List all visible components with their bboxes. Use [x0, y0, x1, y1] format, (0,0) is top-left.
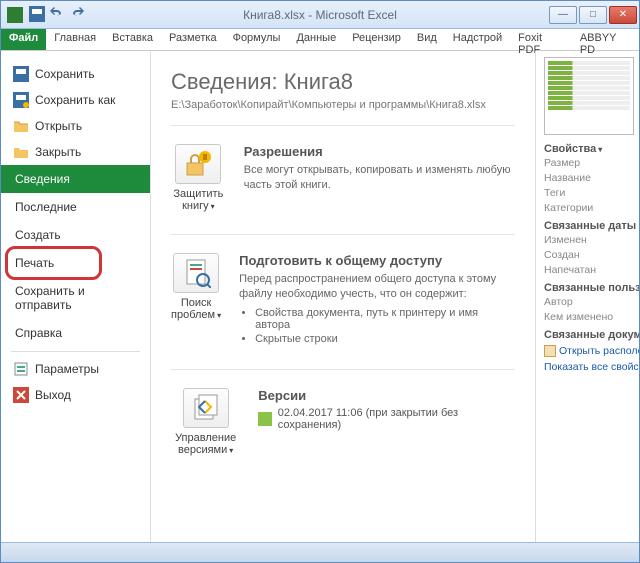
qat-undo-icon[interactable] — [49, 6, 65, 22]
tab-file[interactable]: Файл — [1, 29, 46, 50]
prop-row: Название — [544, 172, 639, 184]
sidebar-close-doc-label: Закрыть — [35, 145, 81, 159]
quick-access-toolbar — [29, 6, 85, 22]
close-button[interactable]: ✕ — [609, 6, 637, 24]
tab-home[interactable]: Главная — [46, 29, 104, 50]
prop-row: Теги — [544, 187, 639, 199]
list-item: Свойства документа, путь к принтеру и им… — [255, 307, 515, 331]
prop-row: Категории — [544, 202, 639, 214]
tab-review[interactable]: Рецензир — [344, 29, 409, 50]
manage-versions-button[interactable]: Управление версиями — [171, 388, 240, 456]
statusbar — [1, 542, 639, 562]
document-thumbnail[interactable] — [544, 57, 634, 135]
prop-row: Изменен — [544, 234, 639, 246]
section-permissions: Защитить книгу Разрешения Все могут откр… — [171, 144, 515, 212]
tab-view[interactable]: Вид — [409, 29, 445, 50]
sidebar-nav-info[interactable]: Сведения — [1, 165, 150, 193]
sidebar-save[interactable]: Сохранить — [1, 61, 150, 87]
list-item: Скрытые строки — [255, 333, 515, 345]
qat-save-icon[interactable] — [29, 6, 45, 22]
prop-row: Кем изменено — [544, 311, 639, 323]
maximize-button[interactable]: □ — [579, 6, 607, 24]
sidebar-nav-print[interactable]: Печать — [1, 249, 150, 277]
versions-icon — [183, 388, 229, 428]
options-icon — [13, 361, 29, 377]
prepare-title: Подготовить к общему доступу — [239, 253, 515, 268]
props-people-heading: Связанные пользователи — [544, 282, 639, 294]
version-icon — [258, 412, 271, 426]
sidebar-exit-label: Выход — [35, 388, 71, 402]
tab-insert[interactable]: Вставка — [104, 29, 161, 50]
info-heading: Сведения: Книга8 — [171, 69, 515, 95]
versions-button-label: Управление версиями — [175, 432, 236, 456]
sidebar-nav-share[interactable]: Сохранить и отправить — [1, 277, 150, 319]
sidebar-save-as[interactable]: Сохранить как — [1, 87, 150, 113]
ribbon-tabs: Файл Главная Вставка Разметка Формулы Да… — [1, 29, 639, 51]
tab-abbyy[interactable]: ABBYY PD — [572, 29, 639, 50]
sidebar-nav-help[interactable]: Справка — [1, 319, 150, 347]
sidebar-open-label: Открыть — [35, 119, 82, 133]
tab-addins[interactable]: Надстрой — [445, 29, 510, 50]
tab-formulas[interactable]: Формулы — [225, 29, 289, 50]
props-dates-heading: Связанные даты — [544, 220, 639, 232]
open-icon — [13, 118, 29, 134]
check-issues-label: Поиск проблем — [171, 297, 221, 321]
save-as-icon — [13, 92, 29, 108]
info-pane: Сведения: Книга8 E:\Заработок\Копирайт\К… — [151, 51, 535, 542]
sidebar-save-as-label: Сохранить как — [35, 93, 115, 107]
permissions-title: Разрешения — [244, 144, 515, 159]
check-issues-icon — [173, 253, 219, 293]
check-issues-button[interactable]: Поиск проблем — [171, 253, 221, 321]
minimize-button[interactable]: — — [549, 6, 577, 24]
sidebar-exit[interactable]: Выход — [1, 382, 150, 408]
version-text: 02.04.2017 11:06 (при закрытии без сохра… — [278, 407, 515, 431]
backstage-sidebar: Сохранить Сохранить как Открыть Закрыть … — [1, 51, 151, 542]
prop-row: Автор — [544, 296, 639, 308]
protect-workbook-button[interactable]: Защитить книгу — [171, 144, 226, 212]
section-prepare: Поиск проблем Подготовить к общему досту… — [171, 253, 515, 347]
tab-data[interactable]: Данные — [288, 29, 344, 50]
close-doc-icon — [13, 144, 29, 160]
section-versions: Управление версиями Версии 02.04.2017 11… — [171, 388, 515, 456]
prepare-list: Свойства документа, путь к принтеру и им… — [255, 307, 515, 345]
sidebar-nav-recent[interactable]: Последние — [1, 193, 150, 221]
folder-icon — [544, 345, 556, 357]
tab-foxit[interactable]: Foxit PDF — [510, 29, 572, 50]
window-title: Книга8.xlsx - Microsoft Excel — [243, 8, 397, 22]
properties-pane: Свойства Размер Название Теги Категории … — [535, 51, 639, 542]
permissions-text: Все могут открывать, копировать и изменя… — [244, 163, 515, 194]
props-docs-heading: Связанные документы — [544, 329, 639, 341]
open-location-link[interactable]: Открыть расположение — [544, 345, 639, 357]
sidebar-close-doc[interactable]: Закрыть — [1, 139, 150, 165]
divider — [171, 234, 515, 235]
sidebar-options-label: Параметры — [35, 362, 99, 376]
prop-row: Создан — [544, 249, 639, 261]
prepare-text: Перед распространением общего доступа к … — [239, 272, 515, 303]
protect-icon — [175, 144, 221, 184]
info-path: E:\Заработок\Копирайт\Компьютеры и прогр… — [171, 99, 515, 111]
sidebar-separator — [11, 351, 140, 352]
prop-row: Напечатан — [544, 264, 639, 276]
props-heading[interactable]: Свойства — [544, 143, 639, 155]
version-entry[interactable]: 02.04.2017 11:06 (при закрытии без сохра… — [258, 407, 515, 431]
protect-button-label: Защитить книгу — [173, 188, 223, 212]
sidebar-options[interactable]: Параметры — [1, 356, 150, 382]
tab-layout[interactable]: Разметка — [161, 29, 225, 50]
qat-redo-icon[interactable] — [69, 6, 85, 22]
sidebar-open[interactable]: Открыть — [1, 113, 150, 139]
exit-icon — [13, 387, 29, 403]
prop-row: Размер — [544, 157, 639, 169]
excel-icon — [7, 7, 23, 23]
show-all-link[interactable]: Показать все свойства — [544, 361, 639, 373]
versions-title: Версии — [258, 388, 515, 403]
divider — [171, 125, 515, 126]
sidebar-save-label: Сохранить — [35, 67, 95, 81]
sidebar-nav-new[interactable]: Создать — [1, 221, 150, 249]
titlebar: Книга8.xlsx - Microsoft Excel — □ ✕ — [1, 1, 639, 29]
divider — [171, 369, 515, 370]
save-icon — [13, 66, 29, 82]
